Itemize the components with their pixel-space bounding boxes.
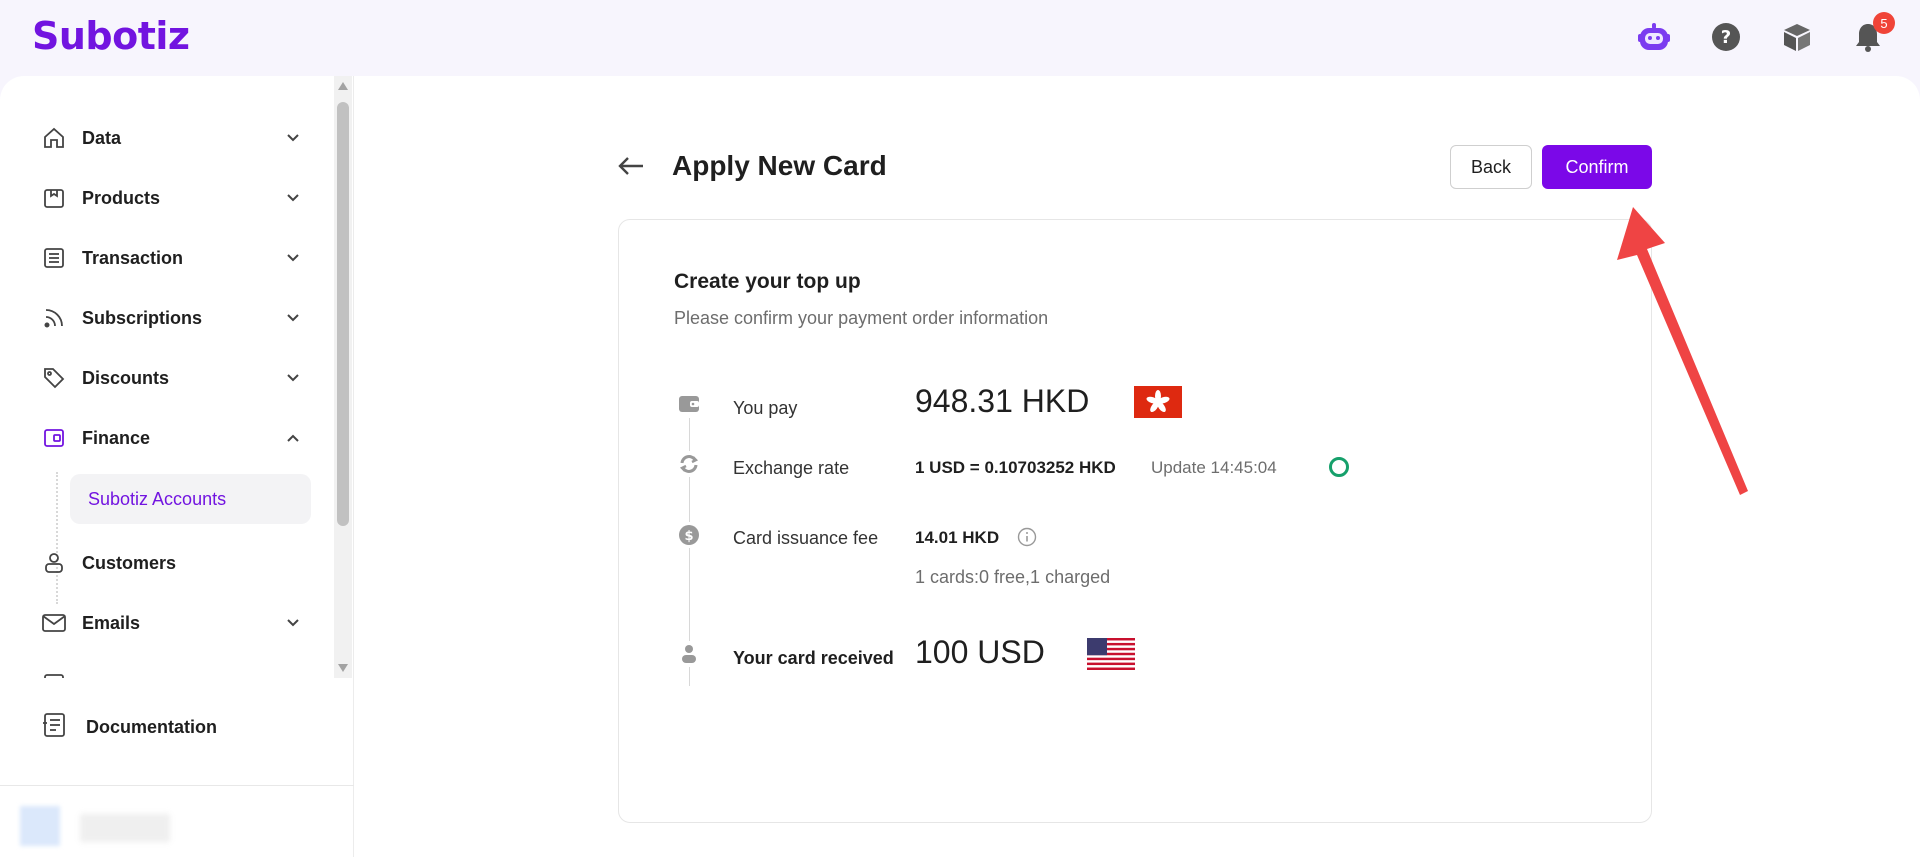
wallet-icon [676, 390, 702, 416]
chevron-down-icon [284, 129, 302, 147]
user-name-blurred [80, 814, 170, 842]
exchange-rate-value: 1 USD = 0.10703252 HKD [915, 458, 1116, 477]
confirm-button[interactable]: Confirm [1542, 145, 1652, 189]
sidebar-subitem-subotiz-accounts[interactable]: Subotiz Accounts [70, 474, 311, 524]
shop-icon [40, 184, 68, 212]
bell-icon[interactable]: 5 [1851, 12, 1895, 54]
submenu-guide-line [56, 472, 58, 604]
hong-kong-flag-icon [1134, 386, 1182, 423]
scroll-up-arrow-icon[interactable] [338, 82, 348, 90]
svg-text:$: $ [684, 529, 693, 544]
logo[interactable]: Subotiz [32, 14, 190, 58]
tag-icon [40, 364, 68, 392]
package-icon[interactable] [1780, 20, 1814, 54]
card-fee-label: Card issuance fee [733, 528, 879, 548]
info-icon[interactable] [1017, 527, 1037, 547]
chevron-down-icon [284, 309, 302, 327]
exchange-icon [676, 451, 702, 477]
sidebar-item-products[interactable]: Products [40, 178, 302, 218]
mail-icon [40, 609, 68, 637]
back-arrow-icon[interactable] [616, 151, 646, 181]
sidebar-item-transaction[interactable]: Transaction [40, 238, 302, 278]
sidebar-item-partial[interactable] [40, 663, 302, 678]
exchange-rate-label: Exchange rate [733, 458, 850, 478]
annotation-arrow-icon [1617, 207, 1748, 495]
notification-badge: 5 [1873, 12, 1895, 34]
back-button[interactable]: Back [1450, 145, 1532, 189]
chevron-down-icon [284, 249, 302, 267]
you-pay-label: You pay [733, 398, 798, 418]
you-pay-amount: 948.31 HKD [915, 383, 1090, 419]
sidebar-scrollbar[interactable] [334, 76, 352, 678]
card-subtitle: Please confirm your payment order inform… [674, 308, 1049, 328]
sidebar-item-documentation[interactable]: Documentation [40, 711, 217, 744]
chevron-down-icon [284, 369, 302, 387]
card-received-amount: 100 USD [915, 634, 1045, 670]
chevron-down-icon [284, 189, 302, 207]
person-icon [676, 641, 702, 667]
sidebar-nav: Data Products Transaction Subscriptions [0, 76, 334, 678]
avatar [20, 806, 60, 846]
list-icon [40, 244, 68, 272]
help-icon[interactable]: ? [1709, 20, 1743, 54]
sidebar-item-emails[interactable]: Emails [40, 603, 302, 643]
chevron-up-icon [284, 429, 302, 447]
user-profile-area[interactable] [0, 785, 354, 857]
sidebar-item-customers[interactable]: Customers [40, 543, 302, 583]
wallet-icon [40, 424, 68, 452]
dollar-coin-icon: $ [676, 522, 702, 548]
refresh-countdown-icon[interactable] [1329, 457, 1349, 477]
sidebar: Data Products Transaction Subscriptions [0, 76, 354, 857]
sidebar-item-finance[interactable]: Finance [40, 418, 302, 458]
chevron-down-icon [284, 614, 302, 632]
document-icon [40, 711, 68, 744]
svg-text:?: ? [1721, 27, 1731, 48]
page-title: Apply New Card [672, 150, 887, 181]
home-icon [40, 124, 68, 152]
sidebar-item-subscriptions[interactable]: Subscriptions [40, 298, 302, 338]
card-received-label: Your card received [733, 648, 894, 668]
scroll-down-arrow-icon[interactable] [338, 664, 348, 672]
calendar-icon [40, 669, 68, 678]
top-up-card: Create your top up Please confirm your p… [618, 219, 1652, 823]
card-fee-value: 14.01 HKD [915, 528, 1000, 547]
card-fee-note: 1 cards:0 free,1 charged [915, 567, 1111, 587]
card-title: Create your top up [674, 270, 861, 293]
exchange-rate-update-time: Update 14:45:04 [1151, 458, 1277, 477]
us-flag-icon [1087, 638, 1135, 675]
user-icon [40, 549, 68, 577]
rss-icon [40, 304, 68, 332]
top-bar: Subotiz ? 5 [0, 0, 1920, 76]
scrollbar-thumb[interactable] [337, 102, 349, 526]
assistant-bot-icon[interactable] [1637, 20, 1671, 54]
sidebar-item-discounts[interactable]: Discounts [40, 358, 302, 398]
sidebar-item-data[interactable]: Data [40, 118, 302, 158]
